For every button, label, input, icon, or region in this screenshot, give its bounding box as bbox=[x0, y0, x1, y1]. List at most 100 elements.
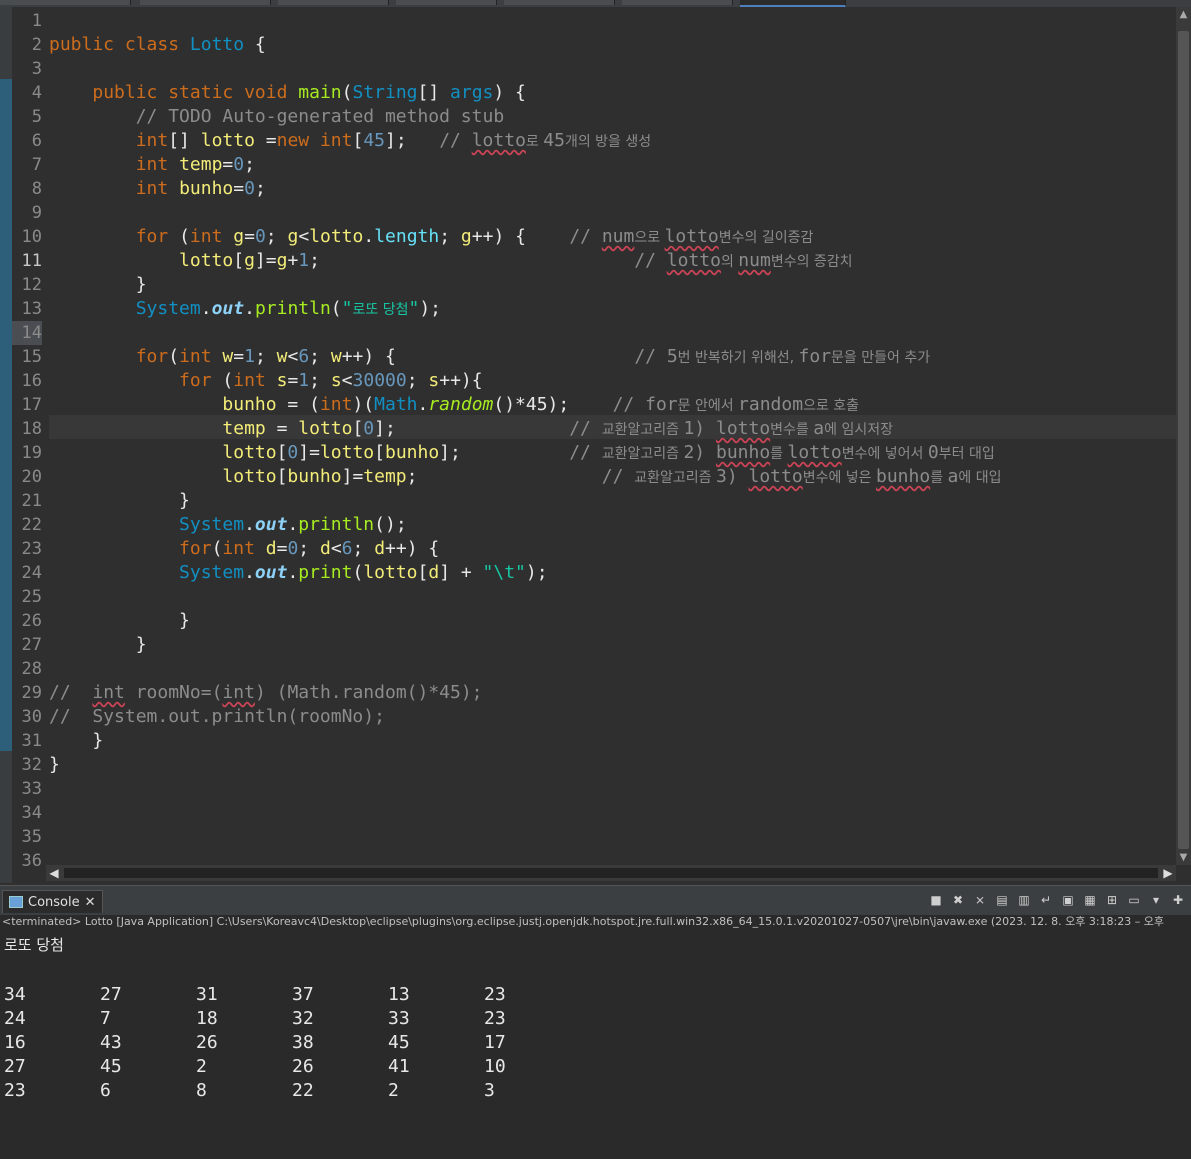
code-token: ]; bbox=[374, 418, 570, 439]
code-token: = bbox=[276, 538, 288, 559]
code-token: } bbox=[49, 754, 60, 775]
code-token: } bbox=[49, 730, 104, 751]
editor-tab[interactable] bbox=[140, 0, 271, 5]
output-number: 10 bbox=[484, 1056, 506, 1077]
scroll-right-icon[interactable]: ▶ bbox=[1160, 865, 1176, 881]
code-line[interactable]: int[] lotto =new int[45]; // lotto로 45개의… bbox=[49, 129, 651, 153]
line-number: 9 bbox=[31, 203, 42, 223]
pin-console-icon[interactable]: ⊞ bbox=[1103, 892, 1121, 908]
code-token: bunho bbox=[179, 178, 234, 199]
scroll-left-icon[interactable]: ◀ bbox=[46, 865, 62, 881]
code-line[interactable]: } bbox=[49, 729, 103, 753]
editor-tab[interactable] bbox=[622, 0, 733, 5]
code-token: int bbox=[135, 154, 180, 175]
code-token: [ bbox=[276, 442, 288, 463]
editor-tab[interactable] bbox=[396, 0, 497, 5]
close-icon[interactable]: ✕ bbox=[85, 895, 96, 910]
display-console-icon[interactable]: ▭ bbox=[1125, 892, 1143, 908]
editor-tab-active[interactable] bbox=[740, 0, 846, 7]
code-token: 0 bbox=[233, 154, 245, 175]
output-number: 8 bbox=[196, 1080, 207, 1101]
line-number: 29 bbox=[21, 683, 42, 703]
horizontal-scrollbar[interactable]: ◀ ▶ bbox=[46, 865, 1176, 881]
code-token: ]= bbox=[298, 442, 320, 463]
code-line[interactable]: temp = lotto[0]; // 교환알고리즘 1) lotto변수를 a… bbox=[49, 417, 893, 441]
code-token: } bbox=[49, 274, 147, 295]
code-token: ]; bbox=[385, 130, 440, 151]
scroll-lock-icon[interactable]: ▥ bbox=[1015, 892, 1033, 908]
vertical-scrollbar[interactable]: ▲ ▼ bbox=[1176, 7, 1191, 865]
horizontal-scroll-thumb[interactable] bbox=[64, 868, 1158, 878]
show-on-error-icon[interactable]: ▦ bbox=[1081, 892, 1099, 908]
code-line[interactable]: public class Lotto { bbox=[49, 33, 266, 57]
code-line[interactable]: for(int w=1; w<6; w++) { // 5번 반복하기 위해선,… bbox=[49, 345, 930, 369]
code-token: bunho bbox=[222, 394, 288, 415]
code-line[interactable]: for(int d=0; d<6; d++) { bbox=[49, 537, 439, 561]
line-number: 11 bbox=[21, 251, 42, 271]
line-number-gutter: 1 2 3 4 5 6 7 8 9 10 11 12 13 14 15 16 17 18 19 20 21 22 23 24 2… bbox=[12, 7, 46, 871]
code-line[interactable]: lotto[g]=g+1; // lotto의 num변수의 증감치 bbox=[49, 249, 853, 273]
show-on-output-icon[interactable]: ▣ bbox=[1059, 892, 1077, 908]
line-number: 31 bbox=[21, 731, 42, 751]
code-token: int bbox=[222, 538, 266, 559]
code-line[interactable]: int temp=0; bbox=[49, 153, 255, 177]
editor-tab[interactable] bbox=[504, 0, 615, 5]
code-line[interactable]: // System.out.println(roomNo); bbox=[49, 705, 385, 729]
code-token: s bbox=[276, 370, 288, 391]
code-token: [ bbox=[374, 442, 385, 463]
code-token: g bbox=[233, 226, 245, 247]
code-line[interactable]: int bunho=0; bbox=[49, 177, 266, 201]
scroll-up-icon[interactable]: ▲ bbox=[1176, 7, 1191, 22]
code-token: int bbox=[233, 370, 277, 391]
code-line[interactable]: System.out.println("로또 당첨"); bbox=[49, 297, 441, 321]
code-line[interactable]: System.out.println(); bbox=[49, 513, 407, 537]
output-number: 16 bbox=[4, 1032, 26, 1053]
code-line[interactable]: bunho = (int)(Math.random()*45); // for문… bbox=[49, 393, 859, 417]
code-token: 에 대입 bbox=[958, 470, 1002, 486]
code-token: ]; bbox=[439, 442, 570, 463]
code-editor[interactable]: 1 2 3 4 5 6 7 8 9 10 11 12 13 14 15 16 17 18 19 20 21 22 23 24 2… bbox=[0, 7, 1191, 883]
word-wrap-icon[interactable]: ↵ bbox=[1037, 892, 1055, 908]
line-number: 3 bbox=[31, 59, 42, 79]
console-status: <terminated> Lotto [Java Application] C:… bbox=[2, 915, 1164, 928]
remove-all-icon[interactable]: ⨯ bbox=[971, 892, 989, 908]
output-number: 27 bbox=[100, 984, 122, 1005]
code-line[interactable]: public static void main(String[] args) { bbox=[49, 81, 526, 105]
code-line[interactable]: lotto[bunho]=temp; // 교환알고리즘 3) lotto변수에… bbox=[49, 465, 1001, 489]
code-line[interactable]: for (int s=1; s<30000; s++){ bbox=[49, 369, 483, 393]
code-token: 교환알고리즘 bbox=[601, 422, 684, 438]
code-line[interactable]: lotto[0]=lotto[bunho]; // 교환알고리즘 2) bunh… bbox=[49, 441, 994, 465]
chevron-down-icon[interactable]: ▾ bbox=[1147, 892, 1165, 908]
code-token: lotto bbox=[222, 466, 277, 487]
code-token: println bbox=[298, 514, 375, 535]
terminate-icon[interactable]: ■ bbox=[927, 892, 945, 908]
code-token: = bbox=[287, 370, 299, 391]
code-area[interactable]: public class Lotto { public static void … bbox=[49, 7, 1176, 867]
code-line[interactable]: System.out.print(lotto[d] + "\t"); bbox=[49, 561, 548, 585]
console-output[interactable]: 로또 당첨 34 27 31 37 13 23 24 7 18 32 33 23 16 43 26 38 45 1… bbox=[4, 933, 506, 1101]
code-line[interactable]: for (int g=0; g<lotto.length; g++) { // … bbox=[49, 225, 814, 249]
code-token: ) (Math.random()*45); bbox=[254, 682, 483, 703]
editor-tab[interactable] bbox=[0, 0, 131, 5]
code-line[interactable]: } bbox=[49, 753, 60, 777]
code-line[interactable]: // TODO Auto-generated method stub bbox=[49, 105, 504, 129]
vertical-scroll-thumb[interactable] bbox=[1178, 31, 1189, 849]
code-line[interactable]: } bbox=[49, 489, 190, 513]
code-token: . bbox=[200, 298, 212, 319]
remove-launch-icon[interactable]: ✖ bbox=[949, 892, 967, 908]
console-view: Console ✕ ■ ✖ ⨯ ▤ ▥ ↵ ▣ ▦ ⊞ ▭ ▾ ✚ <termi… bbox=[0, 885, 1191, 1159]
code-token: 6 bbox=[298, 346, 310, 367]
editor-tab[interactable] bbox=[278, 0, 389, 5]
code-token: ; bbox=[254, 178, 266, 199]
code-token: int bbox=[189, 226, 234, 247]
code-line[interactable]: // int roomNo=(int) (Math.random()*45); bbox=[49, 681, 483, 705]
open-console-icon[interactable]: ✚ bbox=[1169, 892, 1187, 908]
scroll-down-icon[interactable]: ▼ bbox=[1176, 850, 1191, 865]
code-line[interactable]: } bbox=[49, 609, 190, 633]
console-tab[interactable]: Console ✕ bbox=[2, 890, 103, 913]
clear-console-icon[interactable]: ▤ bbox=[993, 892, 1011, 908]
code-line[interactable]: } bbox=[49, 633, 147, 657]
code-line[interactable]: } bbox=[49, 273, 147, 297]
